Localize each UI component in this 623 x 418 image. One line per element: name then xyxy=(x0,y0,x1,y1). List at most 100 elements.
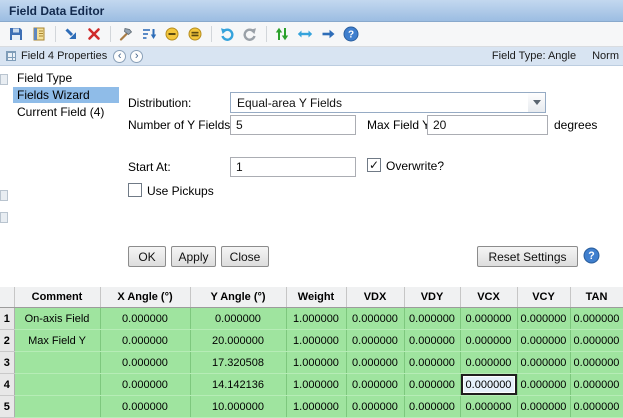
table-cell[interactable]: 10.000000 xyxy=(190,396,286,418)
table-cell[interactable]: 0.000000 xyxy=(517,352,570,374)
table-cell[interactable]: 0.000000 xyxy=(100,352,190,374)
start-at-input[interactable] xyxy=(230,157,356,177)
table-cell[interactable] xyxy=(14,352,100,374)
next-field-button[interactable]: › xyxy=(130,50,143,63)
notebook-button[interactable] xyxy=(28,24,49,45)
column-header-vdx[interactable]: VDX xyxy=(346,287,404,308)
table-cell[interactable]: 1.000000 xyxy=(286,352,346,374)
table-cell[interactable]: 0.000000 xyxy=(346,374,404,396)
start-at-label: Start At: xyxy=(128,160,171,174)
row-number[interactable]: 1 xyxy=(0,308,14,330)
table-cell[interactable]: 0.000000 xyxy=(570,396,623,418)
swap-button[interactable] xyxy=(294,24,315,45)
sort-button[interactable] xyxy=(138,24,159,45)
table-cell[interactable]: 1.000000 xyxy=(286,308,346,330)
sidebar-item-current-field[interactable]: Current Field (4) xyxy=(13,104,119,120)
table-cell[interactable]: Max Field Y xyxy=(14,330,100,352)
table-cell[interactable]: On-axis Field xyxy=(14,308,100,330)
apply-button[interactable]: Apply xyxy=(171,246,216,267)
table-cell[interactable]: 0.000000 xyxy=(346,352,404,374)
tools-button[interactable] xyxy=(115,24,136,45)
help-icon: ? xyxy=(343,26,359,42)
column-header-weight[interactable]: Weight xyxy=(286,287,346,308)
table-cell[interactable] xyxy=(14,374,100,396)
column-header-vcx[interactable]: VCX xyxy=(460,287,517,308)
table-cell[interactable]: 0.000000 xyxy=(404,308,460,330)
column-header-x-angle[interactable]: X Angle (°) xyxy=(100,287,190,308)
corner-header xyxy=(0,287,14,308)
selected-cell[interactable]: 0.000000 xyxy=(460,374,517,396)
overwrite-checkbox[interactable]: ✓ xyxy=(367,158,381,172)
table-cell[interactable]: 0.000000 xyxy=(404,396,460,418)
table-cell[interactable]: 0.000000 xyxy=(460,352,517,374)
use-pickups-checkbox[interactable] xyxy=(128,183,142,197)
table-cell[interactable]: 0.000000 xyxy=(346,308,404,330)
max-field-y-input[interactable] xyxy=(427,115,548,135)
table-cell[interactable]: 0.000000 xyxy=(346,330,404,352)
table-cell[interactable]: 0.000000 xyxy=(570,330,623,352)
table-cell[interactable] xyxy=(14,396,100,418)
table-cell[interactable]: 0.000000 xyxy=(404,352,460,374)
checkmark-icon: ✓ xyxy=(369,159,379,171)
table-cell[interactable]: 14.142136 xyxy=(190,374,286,396)
table-cell[interactable]: 0.000000 xyxy=(517,330,570,352)
delete-button[interactable] xyxy=(83,24,104,45)
window-titlebar[interactable]: Field Data Editor xyxy=(0,0,623,22)
wizard-help-button[interactable]: ? xyxy=(583,247,600,264)
sidebar-item-field-type[interactable]: Field Type xyxy=(13,70,119,86)
ok-button[interactable]: OK xyxy=(128,246,166,267)
table-cell[interactable]: 0.000000 xyxy=(570,308,623,330)
table-cell[interactable]: 0.000000 xyxy=(190,308,286,330)
table-cell[interactable]: 0.000000 xyxy=(460,396,517,418)
undo-button[interactable] xyxy=(216,24,237,45)
update-button[interactable] xyxy=(271,24,292,45)
table-cell[interactable]: 17.320508 xyxy=(190,352,286,374)
num-y-fields-input[interactable] xyxy=(230,115,356,135)
table-cell[interactable]: 0.000000 xyxy=(100,308,190,330)
table-cell[interactable]: 0.000000 xyxy=(517,374,570,396)
table-cell[interactable]: 0.000000 xyxy=(346,396,404,418)
table-cell[interactable]: 0.000000 xyxy=(517,396,570,418)
save-button[interactable] xyxy=(5,24,26,45)
svg-text:?: ? xyxy=(588,250,594,262)
table-cell[interactable]: 0.000000 xyxy=(100,396,190,418)
column-header-tan[interactable]: TAN xyxy=(570,287,623,308)
go-to-button[interactable] xyxy=(317,24,338,45)
table-cell[interactable]: 20.000000 xyxy=(190,330,286,352)
table-cell[interactable]: 1.000000 xyxy=(286,330,346,352)
table-cell[interactable]: 0.000000 xyxy=(570,374,623,396)
insert-button[interactable] xyxy=(60,24,81,45)
column-header-vdy[interactable]: VDY xyxy=(404,287,460,308)
table-cell[interactable]: 1.000000 xyxy=(286,396,346,418)
row-number[interactable]: 3 xyxy=(0,352,14,374)
close-button[interactable]: Close xyxy=(221,246,269,267)
toolbar: ? xyxy=(0,22,623,47)
column-header-y-angle[interactable]: Y Angle (°) xyxy=(190,287,286,308)
table-cell[interactable]: 0.000000 xyxy=(460,330,517,352)
row-number[interactable]: 5 xyxy=(0,396,14,418)
table-cell[interactable]: 0.000000 xyxy=(404,374,460,396)
column-header-vcy[interactable]: VCY xyxy=(517,287,570,308)
distribution-select[interactable]: Equal-area Y Fields xyxy=(230,92,546,113)
save-icon xyxy=(8,26,24,42)
fields-button[interactable] xyxy=(184,24,205,45)
table-cell[interactable]: 0.000000 xyxy=(100,330,190,352)
row-number[interactable]: 4 xyxy=(0,374,14,396)
distribution-label: Distribution: xyxy=(128,96,191,110)
table-cell[interactable]: 0.000000 xyxy=(570,352,623,374)
remove-field-button[interactable] xyxy=(161,24,182,45)
table-cell[interactable]: 0.000000 xyxy=(460,308,517,330)
reset-settings-button[interactable]: Reset Settings xyxy=(477,246,578,267)
toolbar-help-button[interactable]: ? xyxy=(340,24,361,45)
previous-field-button[interactable]: ‹ xyxy=(113,50,126,63)
column-header-comment[interactable]: Comment xyxy=(14,287,100,308)
table-cell[interactable]: 1.000000 xyxy=(286,374,346,396)
dropdown-button[interactable] xyxy=(528,93,545,112)
sidebar-item-fields-wizard[interactable]: Fields Wizard xyxy=(13,87,119,103)
table-cell[interactable]: 0.000000 xyxy=(517,308,570,330)
table-cell[interactable]: 0.000000 xyxy=(404,330,460,352)
row-number[interactable]: 2 xyxy=(0,330,14,352)
table-cell[interactable]: 0.000000 xyxy=(100,374,190,396)
equals-circle-icon xyxy=(187,26,203,42)
redo-button[interactable] xyxy=(239,24,260,45)
